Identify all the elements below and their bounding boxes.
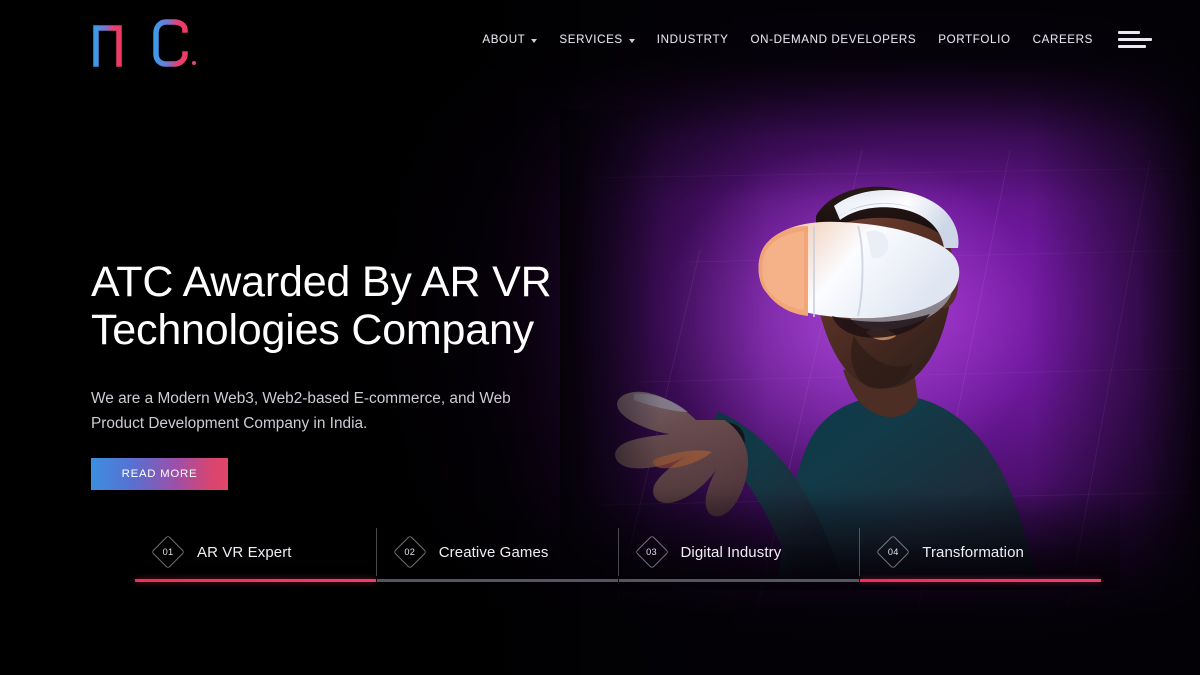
chevron-down-icon <box>531 38 538 43</box>
chevron-down-icon <box>628 38 635 43</box>
hamburger-bar-3 <box>1118 45 1146 48</box>
hamburger-bar-2 <box>1118 38 1152 41</box>
page-title: ATC Awarded By AR VR Technologies Compan… <box>91 258 552 354</box>
nav-item-industry[interactable]: INDUSTRTY <box>646 33 740 46</box>
nav-label-services: SERVICES <box>559 33 623 46</box>
site-header: ABOUT SERVICES INDUSTRTY ON-DEMAND DEVEL… <box>0 0 1200 80</box>
nav-label-on-demand-developers: ON-DEMAND DEVELOPERS <box>750 33 917 46</box>
hero-content: ATC Awarded By AR VR Technologies Compan… <box>91 258 631 490</box>
diamond-badge-icon: 04 <box>878 537 908 567</box>
nav-item-services[interactable]: SERVICES <box>548 33 645 46</box>
feature-tab-underline <box>376 579 618 582</box>
nav-label-about: ABOUT <box>482 33 526 46</box>
nav-item-on-demand-developers[interactable]: ON-DEMAND DEVELOPERS <box>740 33 928 46</box>
feature-tab-label: Digital Industry <box>680 543 782 561</box>
feature-tab-ar-vr-expert[interactable]: 01 AR VR Expert <box>135 528 376 582</box>
feature-tab-number: 04 <box>887 547 899 557</box>
feature-tab-label: AR VR Expert <box>197 543 292 561</box>
diamond-badge-icon: 03 <box>637 537 667 567</box>
nav-label-careers: CAREERS <box>1032 33 1093 46</box>
hero-subtitle: We are a Modern Web3, Web2-based E-comme… <box>91 390 511 432</box>
diamond-badge-icon: 02 <box>395 537 425 567</box>
nav-item-portfolio[interactable]: PORTFOLIO <box>927 33 1021 46</box>
feature-tab-creative-games[interactable]: 02 Creative Games <box>375 528 618 582</box>
nav-item-careers[interactable]: CAREERS <box>1022 33 1104 46</box>
hamburger-icon[interactable] <box>1118 27 1152 52</box>
feature-tab-number: 03 <box>646 547 657 557</box>
read-more-button[interactable]: READ MORE <box>91 458 228 490</box>
feature-tab-label: Creative Games <box>438 543 549 561</box>
feature-tab-digital-industry[interactable]: 03 Digital Industry <box>617 528 860 582</box>
feature-tabs: 01 AR VR Expert 02 Creative Games 03 Dig… <box>135 528 1101 582</box>
feature-tab-underline <box>618 579 860 582</box>
feature-tab-underline <box>135 579 376 582</box>
feature-tab-label: Transformation <box>922 543 1024 561</box>
hamburger-bar-1 <box>1118 31 1140 34</box>
logo-atc[interactable] <box>88 6 198 68</box>
nav-label-industry: INDUSTRTY <box>656 33 729 46</box>
nav-label-portfolio: PORTFOLIO <box>938 33 1011 46</box>
main-navigation: ABOUT SERVICES INDUSTRTY ON-DEMAND DEVEL… <box>471 27 1152 52</box>
feature-tab-number: 01 <box>162 547 174 557</box>
feature-tab-number: 02 <box>404 547 416 557</box>
hero-page: ABOUT SERVICES INDUSTRTY ON-DEMAND DEVEL… <box>0 0 1200 675</box>
feature-tab-underline <box>860 579 1101 582</box>
diamond-badge-icon: 01 <box>153 537 183 567</box>
feature-tab-transformation[interactable]: 04 Transformation <box>859 528 1101 582</box>
nav-item-about[interactable]: ABOUT <box>471 33 548 46</box>
